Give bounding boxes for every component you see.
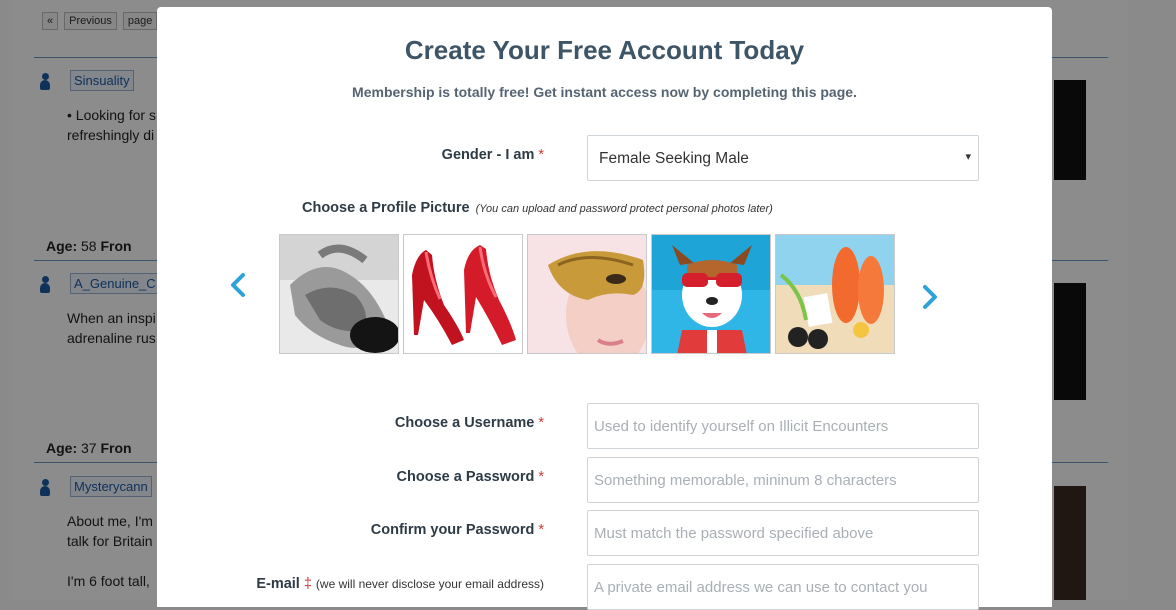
person-icon [40, 73, 50, 91]
gender-label-text: Gender - I am [441, 147, 535, 163]
profile-picture-option[interactable] [775, 234, 895, 354]
required-mark: * [538, 522, 544, 538]
member-username[interactable]: Mysterycann [70, 476, 152, 497]
gender-select[interactable]: Female Seeking Male ▾ [587, 135, 979, 181]
chevron-right-icon [923, 285, 937, 309]
modal-subtitle: Membership is totally free! Get instant … [352, 84, 857, 100]
password-label: Choose a Password * [397, 469, 544, 485]
chevron-left-icon [231, 273, 245, 297]
member-photo[interactable] [1054, 80, 1086, 180]
person-icon [40, 479, 50, 497]
email-input[interactable] [587, 564, 979, 610]
username-input[interactable] [587, 403, 979, 449]
email-label: E-mail ‡ (we will never disclose your emai… [256, 576, 544, 592]
member-username[interactable]: Sinsuality [70, 70, 134, 91]
required-mark: * [538, 415, 544, 431]
person-icon [40, 276, 50, 294]
from-label: Fron [100, 440, 132, 456]
red-heels-image [404, 235, 522, 353]
age-value: 37 [81, 440, 97, 456]
member-age-row: Age: 37 Fron [46, 440, 132, 456]
beach-flipflops-image [776, 235, 894, 353]
gold-mask-image [528, 235, 646, 353]
profile-picture-carousel [279, 234, 899, 356]
confirm-password-input[interactable] [587, 510, 979, 556]
pagination: « Previous page [42, 12, 158, 30]
confirm-password-label: Confirm your Password * [371, 522, 544, 538]
profile-picture-option[interactable] [527, 234, 647, 354]
member-description: • Looking for s refreshingly di [67, 107, 156, 143]
first-page-button[interactable]: « [42, 12, 59, 30]
username-label: Choose a Username * [395, 415, 544, 431]
age-label: Age: [46, 440, 78, 456]
signup-modal: Create Your Free Account Today Membershi… [157, 7, 1052, 610]
member-photo[interactable] [1054, 283, 1086, 400]
previous-page-button[interactable]: Previous [64, 12, 117, 30]
bw-body-image [280, 235, 398, 353]
modal-title: Create Your Free Account Today [404, 35, 805, 65]
chevron-down-icon: ▾ [965, 151, 971, 163]
gender-label: Gender - I am * [442, 147, 544, 163]
page-label[interactable]: page [122, 12, 158, 30]
gender-select-value: Female Seeking Male [599, 150, 749, 167]
password-input[interactable] [587, 457, 979, 503]
required-mark: * [538, 469, 544, 485]
profile-picture-hint: (You can upload and password protect per… [475, 203, 773, 215]
member-description: About me, I'm talk for Britain I'm 6 foo… [67, 513, 153, 589]
dog-sunglasses-image [652, 235, 770, 353]
age-label: Age: [46, 238, 78, 254]
profile-picture-option[interactable] [651, 234, 771, 354]
member-description: When an inspi adrenaline rus [67, 310, 156, 346]
username-label-text: Choose a Username [394, 415, 535, 431]
required-mark: * [538, 147, 544, 163]
carousel-prev-button[interactable] [225, 271, 253, 299]
member-age-row: Age: 58 Fron [46, 238, 132, 254]
profile-picture-heading: Choose a Profile Picture (You can upload… [302, 200, 773, 216]
required-mark: ‡ [303, 576, 312, 592]
age-value: 58 [81, 238, 97, 254]
profile-picture-label: Choose a Profile Picture [302, 200, 470, 216]
profile-picture-option[interactable] [403, 234, 523, 354]
from-label: Fron [100, 238, 132, 254]
confirm-password-label-text: Confirm your Password [370, 522, 535, 538]
email-note: (we will never disclose your email addre… [315, 577, 544, 591]
password-label-text: Choose a Password [396, 469, 535, 485]
carousel-next-button[interactable] [915, 283, 943, 311]
member-username[interactable]: A_Genuine_C [70, 273, 160, 294]
email-label-text: E-mail [256, 576, 300, 592]
member-photo[interactable] [1054, 486, 1086, 600]
profile-picture-option[interactable] [279, 234, 399, 354]
